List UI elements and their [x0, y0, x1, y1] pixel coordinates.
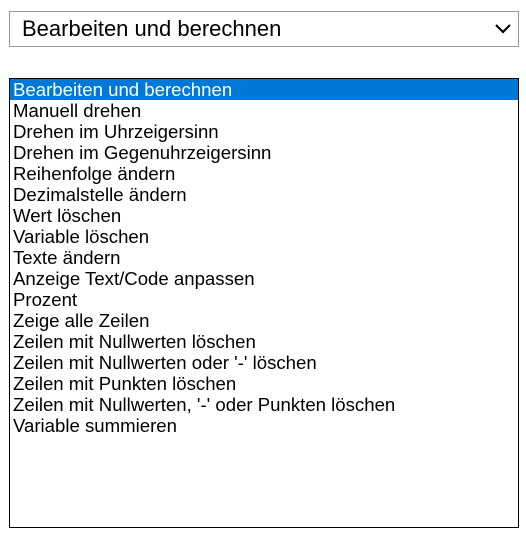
dropdown-option[interactable]: Manuell drehen — [10, 100, 518, 121]
dropdown-option[interactable]: Wert löschen — [10, 205, 518, 226]
dropdown-option[interactable]: Dezimalstelle ändern — [10, 184, 518, 205]
action-select[interactable]: Bearbeiten und berechnen — [9, 11, 519, 47]
dropdown-options-list[interactable]: Bearbeiten und berechnen Manuell drehen … — [9, 78, 519, 528]
dropdown-option[interactable]: Bearbeiten und berechnen — [10, 79, 518, 100]
dropdown-option[interactable]: Zeige alle Zeilen — [10, 310, 518, 331]
dropdown-option[interactable]: Zeilen mit Punkten löschen — [10, 373, 518, 394]
dropdown-option[interactable]: Variable summieren — [10, 415, 518, 436]
dropdown-option[interactable]: Zeilen mit Nullwerten löschen — [10, 331, 518, 352]
dropdown-option[interactable]: Drehen im Gegenuhrzeigersinn — [10, 142, 518, 163]
dropdown-option[interactable]: Drehen im Uhrzeigersinn — [10, 121, 518, 142]
dropdown-option[interactable]: Anzeige Text/Code anpassen — [10, 268, 518, 289]
dropdown-option[interactable]: Variable löschen — [10, 226, 518, 247]
dropdown-option[interactable]: Reihenfolge ändern — [10, 163, 518, 184]
dropdown-option[interactable]: Zeilen mit Nullwerten, '-' oder Punkten … — [10, 394, 518, 415]
dropdown-option[interactable]: Prozent — [10, 289, 518, 310]
chevron-down-icon[interactable] — [488, 12, 518, 46]
dropdown-option[interactable]: Zeilen mit Nullwerten oder '-' löschen — [10, 352, 518, 373]
select-value: Bearbeiten und berechnen — [22, 16, 282, 41]
dropdown-option[interactable]: Texte ändern — [10, 247, 518, 268]
